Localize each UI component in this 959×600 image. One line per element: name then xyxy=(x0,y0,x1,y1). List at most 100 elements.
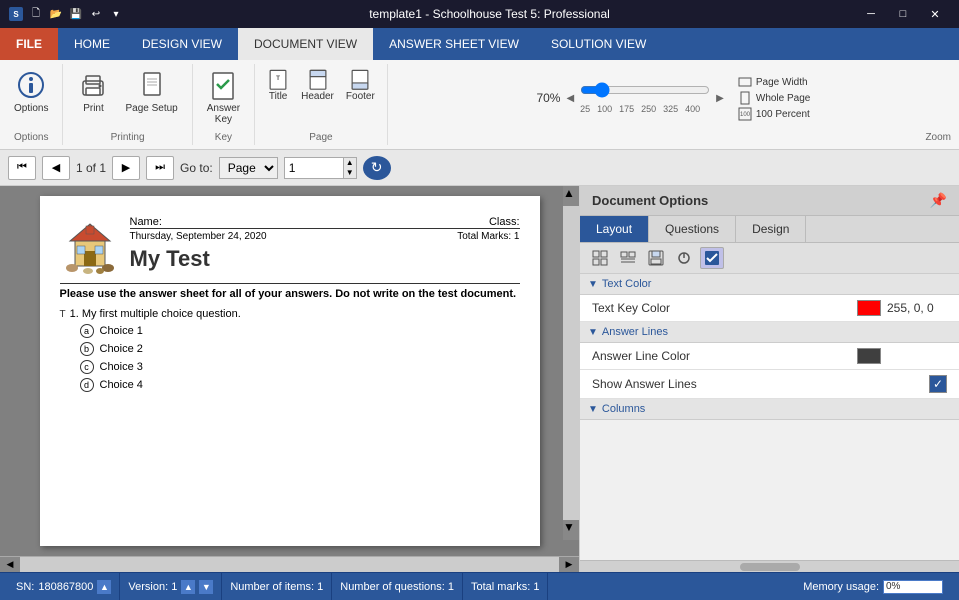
answer-lines-section: ▼ Answer Lines Answer Line Color Show An… xyxy=(580,322,959,399)
scroll-thumb-down[interactable]: ▼ xyxy=(563,520,579,540)
tab-solution-view[interactable]: SOLUTION VIEW xyxy=(535,28,662,60)
zoom-label-325: 325 xyxy=(663,104,678,114)
page-setup-button[interactable]: Page Setup xyxy=(119,66,183,117)
doc-header-area: Name: Class: Thursday, September 24, 202… xyxy=(60,216,520,279)
ribbon-page-items: T Title Header xyxy=(263,66,379,130)
toolbar-btn-save[interactable] xyxy=(644,247,668,269)
toolbar-btn-check[interactable] xyxy=(700,247,724,269)
choice-d-text: Choice 4 xyxy=(100,379,143,391)
choice-a-circle: a xyxy=(80,324,94,338)
window-controls: ─ □ ✕ xyxy=(855,0,951,28)
open-icon[interactable]: 📂 xyxy=(48,6,64,22)
answer-key-icon xyxy=(207,69,239,101)
tab-home[interactable]: HOME xyxy=(58,28,126,60)
ribbon: Options Options Print xyxy=(0,60,959,150)
sn-up-arrow[interactable]: ▲ xyxy=(97,580,111,594)
zoom-right-options: Page Width Whole Page 100 100 Percent xyxy=(738,75,810,121)
page-number-input[interactable] xyxy=(284,157,344,179)
answer-line-color-row: Answer Line Color xyxy=(580,343,959,370)
page-width-button[interactable]: Page Width xyxy=(738,75,810,89)
refresh-button[interactable]: ↻ xyxy=(363,156,391,180)
nav-prev-button[interactable]: ◀ xyxy=(42,156,70,180)
zoom-left-arrow[interactable]: ◀ xyxy=(566,93,574,104)
answer-line-color-swatch[interactable] xyxy=(857,348,881,364)
tab-design[interactable]: Design xyxy=(736,216,806,242)
horizontal-scrollbar[interactable]: ◀ ▶ xyxy=(0,556,579,572)
answer-key-button[interactable]: AnswerKey xyxy=(201,66,246,128)
nav-next-button[interactable]: ▶ xyxy=(112,156,140,180)
whole-page-button[interactable]: Whole Page xyxy=(738,91,810,105)
zoom-slider[interactable] xyxy=(580,82,710,98)
scroll-right-btn[interactable]: ▶ xyxy=(559,557,579,572)
maximize-button[interactable]: □ xyxy=(887,0,919,28)
document-page: Name: Class: Thursday, September 24, 202… xyxy=(40,196,540,546)
save-icon[interactable]: 💾 xyxy=(68,6,84,22)
print-button[interactable]: Print xyxy=(71,66,115,117)
show-answer-lines-label: Show Answer Lines xyxy=(592,377,929,391)
svg-text:100: 100 xyxy=(740,112,751,118)
vertical-scrollbar[interactable]: ▲ ▼ xyxy=(563,186,579,540)
test-title: My Test xyxy=(130,246,520,272)
panel-tabs: Layout Questions Design xyxy=(580,216,959,243)
nav-first-button[interactable]: ⏮ xyxy=(8,156,36,180)
tab-layout[interactable]: Layout xyxy=(580,216,649,242)
page-number-down[interactable]: ▼ xyxy=(344,168,356,178)
questions-label: Number of questions: 1 xyxy=(340,581,454,593)
title-label: Title xyxy=(269,91,288,102)
document-area[interactable]: ▲ ▼ xyxy=(0,186,579,556)
toolbar-btn-list[interactable] xyxy=(616,247,640,269)
version-down-arrow[interactable]: ▼ xyxy=(199,580,213,594)
dropdown-icon[interactable]: ▾ xyxy=(108,6,124,22)
scroll-left-btn[interactable]: ◀ xyxy=(0,557,20,572)
footer-button[interactable]: Footer xyxy=(342,66,379,104)
document-scroll: ▲ ▼ xyxy=(0,186,579,556)
scroll-thumb-up[interactable]: ▲ xyxy=(563,186,579,206)
tab-answer-sheet-view[interactable]: ANSWER SHEET VIEW xyxy=(373,28,535,60)
header-button[interactable]: Header xyxy=(297,66,338,104)
marks-label: Total marks: 1 xyxy=(471,581,539,593)
columns-header[interactable]: ▼ Columns xyxy=(580,399,959,420)
status-items: Number of items: 1 xyxy=(222,573,332,600)
document-area-wrapper: ▲ ▼ xyxy=(0,186,579,572)
choice-b-circle: b xyxy=(80,342,94,356)
text-key-color-swatch[interactable] xyxy=(857,300,881,316)
pin-button[interactable]: 📌 xyxy=(930,192,947,209)
name-line: Name: Class: xyxy=(130,216,520,229)
new-icon[interactable]: 🗋 xyxy=(28,6,44,22)
choice-b-text: Choice 2 xyxy=(100,343,143,355)
answer-lines-header[interactable]: ▼ Answer Lines xyxy=(580,322,959,343)
zoom-slider-track xyxy=(580,82,710,102)
page-number-input-group: ▲ ▼ xyxy=(284,157,357,179)
panel-bottom-scrollbar[interactable] xyxy=(580,560,959,572)
undo-icon[interactable]: ↩ xyxy=(88,6,104,22)
title-button[interactable]: T Title xyxy=(263,66,293,104)
panel-content: ▼ Text Color Text Key Color 255, 0, 0 ▼ … xyxy=(580,274,959,560)
text-color-header[interactable]: ▼ Text Color xyxy=(580,274,959,295)
memory-bar: 0% xyxy=(883,580,943,594)
panel-scrollbar-thumb xyxy=(740,563,800,571)
nav-last-button[interactable]: ⏭ xyxy=(146,156,174,180)
ribbon-key-items: AnswerKey xyxy=(201,66,246,130)
zoom-group-label: Zoom xyxy=(925,132,951,143)
tab-file[interactable]: FILE xyxy=(0,28,58,60)
choice-a: a Choice 1 xyxy=(80,324,520,338)
zoom-right-arrow[interactable]: ▶ xyxy=(716,93,724,104)
toolbar-btn-grid[interactable] xyxy=(588,247,612,269)
close-button[interactable]: ✕ xyxy=(919,0,951,28)
page-type-select[interactable]: Page xyxy=(219,157,278,179)
columns-section: ▼ Columns xyxy=(580,399,959,420)
tab-questions[interactable]: Questions xyxy=(649,216,736,242)
answer-line-color-label: Answer Line Color xyxy=(592,349,857,363)
toolbar-btn-power[interactable] xyxy=(672,247,696,269)
options-button[interactable]: Options xyxy=(8,66,54,117)
text-key-color-row: Text Key Color 255, 0, 0 xyxy=(580,295,959,322)
page-number-up[interactable]: ▲ xyxy=(344,158,356,168)
svg-text:S: S xyxy=(13,10,19,19)
version-up-arrow[interactable]: ▲ xyxy=(181,580,195,594)
percent-100-button[interactable]: 100 100 Percent xyxy=(738,107,810,121)
tab-document-view[interactable]: DOCUMENT VIEW xyxy=(238,28,373,60)
show-answer-lines-checkbox[interactable] xyxy=(929,375,947,393)
zoom-label-250: 250 xyxy=(641,104,656,114)
tab-design-view[interactable]: DESIGN VIEW xyxy=(126,28,238,60)
minimize-button[interactable]: ─ xyxy=(855,0,887,28)
